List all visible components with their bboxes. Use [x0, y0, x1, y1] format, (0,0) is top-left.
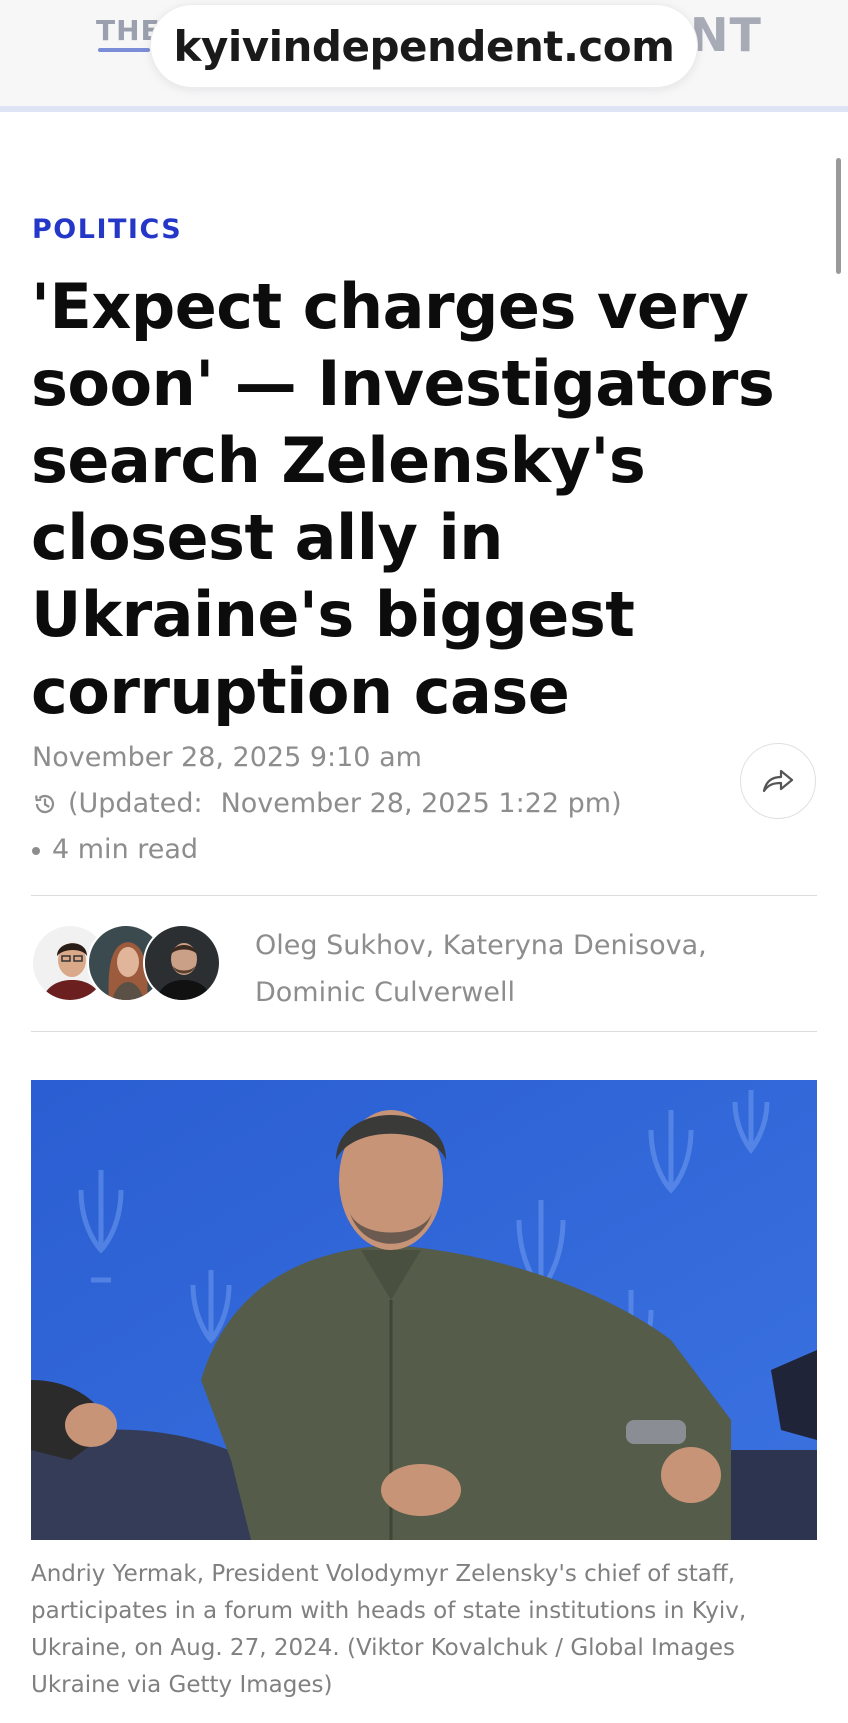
updated-prefix: (Updated:	[68, 788, 203, 819]
site-header: THE NT kyivindependent.com	[0, 0, 848, 112]
bullet-dot	[32, 846, 40, 855]
share-button[interactable]	[740, 743, 816, 819]
hero-photo	[31, 1080, 817, 1540]
scrollbar[interactable]	[836, 158, 841, 274]
address-bar[interactable]: kyivindependent.com	[150, 4, 698, 88]
divider	[31, 1031, 817, 1032]
read-time-text: 4 min read	[52, 834, 199, 865]
divider	[31, 895, 817, 896]
article-headline: 'Expect charges very soon' — Investigato…	[31, 270, 775, 728]
category-label[interactable]: POLITICS	[32, 214, 182, 245]
author-names[interactable]: Oleg Sukhov, Kateryna Denisova, Dominic …	[255, 922, 795, 1016]
read-time: 4 min read	[32, 834, 198, 865]
image-caption: Andriy Yermak, President Volodymyr Zelen…	[31, 1561, 747, 1698]
updated-value: November 28, 2025 1:22 pm)	[220, 788, 622, 819]
author-line[interactable]: Dominic Culverwell	[255, 969, 795, 1016]
hero-image[interactable]	[31, 1080, 817, 1540]
site-logo-right: NT	[690, 8, 762, 62]
author-line[interactable]: Oleg Sukhov, Kateryna Denisova,	[255, 922, 795, 969]
updated-date: (Updated: November 28, 2025 1:22 pm)	[32, 788, 622, 819]
address-bar-url: kyivindependent.com	[173, 21, 675, 71]
share-arrow-icon	[762, 769, 794, 793]
avatar[interactable]	[143, 924, 221, 1002]
logo-underline	[98, 48, 150, 52]
history-clock-icon	[35, 794, 55, 813]
publish-date: November 28, 2025 9:10 am	[32, 742, 422, 773]
